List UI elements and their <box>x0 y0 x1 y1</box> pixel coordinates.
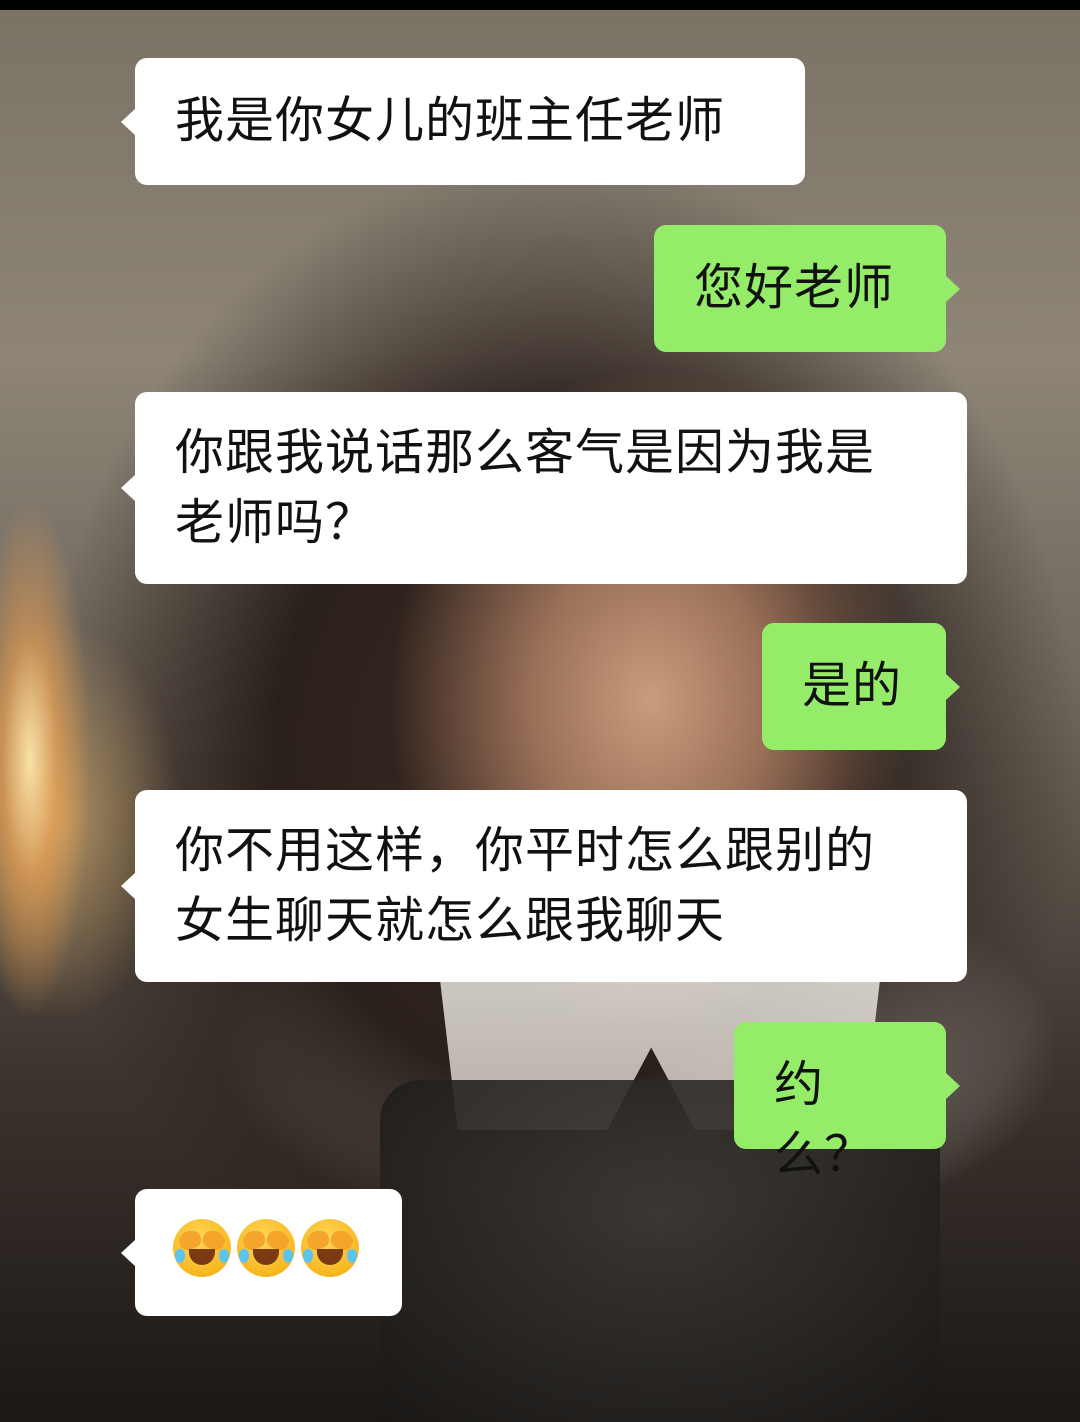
incoming-message-bubble[interactable]: 你不用这样，你平时怎么跟别的 女生聊天就怎么跟我聊天 <box>121 790 967 982</box>
loudly-crying-face-icon <box>237 1219 295 1277</box>
loudly-crying-face-icon <box>173 1219 231 1277</box>
outgoing-message-bubble[interactable]: 您好老师 <box>654 225 960 352</box>
message-text: 您好老师 <box>694 259 895 316</box>
incoming-emoji-bubble[interactable] <box>121 1189 402 1316</box>
outgoing-message-bubble[interactable]: 约么？ <box>734 1022 960 1183</box>
incoming-message-bubble[interactable]: 你跟我说话那么客气是因为我是 老师吗？ <box>121 392 967 584</box>
chat-screenshot: 我是你女儿的班主任老师 您好老师 你跟我说话那么客气是因为我是 老师吗？ 是的 … <box>0 0 1080 1422</box>
incoming-message-bubble[interactable]: 我是你女儿的班主任老师 <box>121 58 805 185</box>
top-edge-bar <box>0 0 1080 10</box>
outgoing-message-bubble[interactable]: 是的 <box>762 623 960 750</box>
message-text: 是的 <box>802 657 903 714</box>
message-text: 约么？ <box>774 1056 875 1183</box>
message-text: 我是你女儿的班主任老师 <box>175 92 726 149</box>
message-text: 你不用这样，你平时怎么跟别的 女生聊天就怎么跟我聊天 <box>175 822 876 949</box>
loudly-crying-face-icon <box>301 1219 359 1277</box>
emoji-row <box>173 1219 382 1277</box>
message-text: 你跟我说话那么客气是因为我是 老师吗？ <box>175 424 876 551</box>
